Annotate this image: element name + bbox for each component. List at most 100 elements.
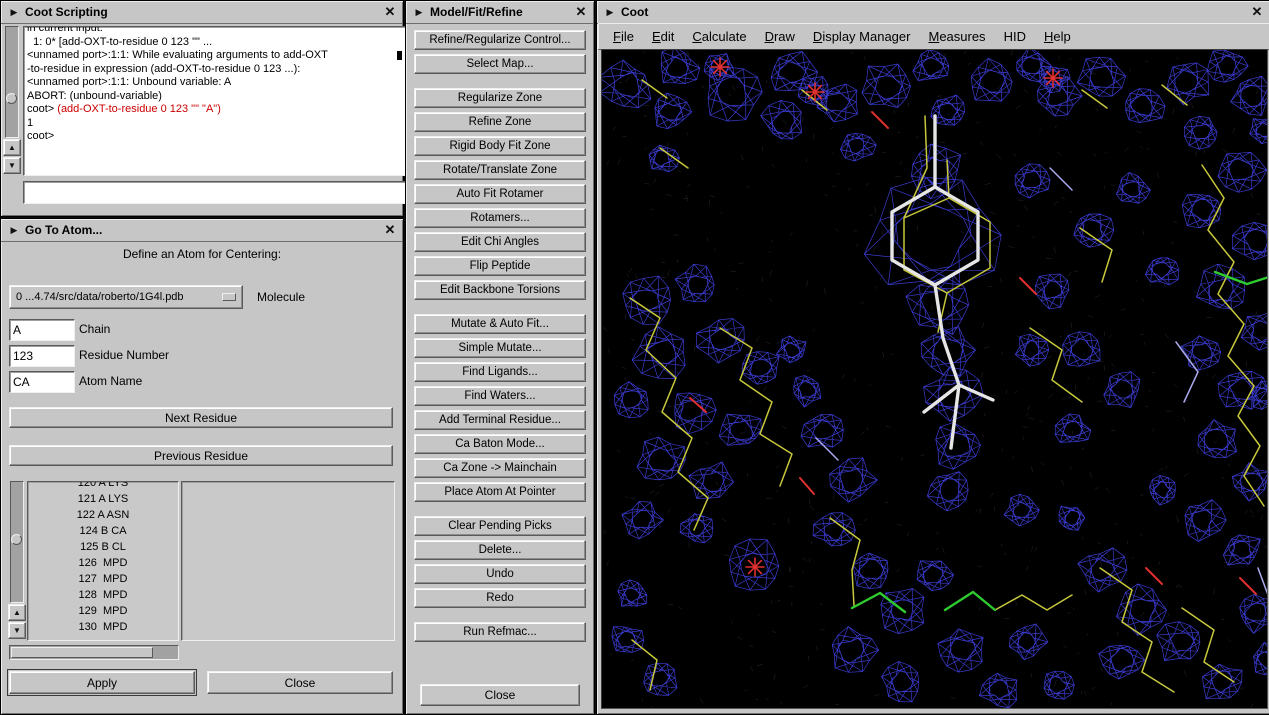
window-title: Coot	[621, 5, 1248, 19]
window-menu-icon[interactable]: ▶	[410, 4, 428, 20]
simple-mutate-button[interactable]: Simple Mutate...	[414, 338, 586, 358]
residue-list-item[interactable]: 125 B CL	[28, 539, 178, 555]
line-continuation-icon	[397, 51, 402, 60]
window-coot-main: ▶ Coot ✕ File Edit Calculate Draw Displa…	[596, 0, 1269, 715]
scrollbar-thumb[interactable]	[6, 93, 17, 104]
residue-number-input[interactable]	[9, 345, 75, 367]
close-icon[interactable]: ✕	[381, 222, 399, 238]
console-output[interactable]: in current input: 1: 0* [add-OXT-to-resi…	[23, 26, 407, 176]
residue-list-item[interactable]: 128 MPD	[28, 587, 178, 603]
menu-file[interactable]: File	[604, 26, 643, 47]
residue-list-item[interactable]: 127 MPD	[28, 571, 178, 587]
water-asterisks	[711, 58, 1062, 576]
atom-name-input[interactable]	[9, 371, 75, 393]
chain-label: Chain	[79, 322, 110, 336]
delete-button[interactable]: Delete...	[414, 540, 586, 560]
clear-pending-picks-button[interactable]: Clear Pending Picks	[414, 516, 586, 536]
window-title: Go To Atom...	[25, 223, 381, 237]
residue-list-item[interactable]: 122 A ASN	[28, 507, 178, 523]
close-button[interactable]: Close	[420, 684, 580, 706]
scripting-command-input[interactable]	[23, 181, 407, 204]
window-menu-icon[interactable]: ▶	[601, 4, 619, 20]
scrollbar-trough[interactable]	[10, 481, 24, 603]
refine-zone-button[interactable]: Refine Zone	[414, 112, 586, 132]
atom-list[interactable]	[181, 481, 395, 641]
find-ligands-button[interactable]: Find Ligands...	[414, 362, 586, 382]
close-icon[interactable]: ✕	[572, 4, 590, 20]
scroll-up-icon[interactable]: ▲	[8, 604, 26, 621]
ca-baton-mode-button[interactable]: Ca Baton Mode...	[414, 434, 586, 454]
window-go-to-atom: ▶ Go To Atom... ✕ Define an Atom for Cen…	[0, 218, 404, 715]
console-prompt: coot>	[27, 103, 57, 115]
graphics-canvas[interactable]	[601, 49, 1268, 709]
titlebar[interactable]: ▶ Coot Scripting ✕	[1, 1, 403, 24]
menu-bar: File Edit Calculate Draw Display Manager…	[598, 23, 1269, 50]
console-line: ABORT: (unbound-variable)	[27, 90, 403, 104]
regularize-zone-button[interactable]: Regularize Zone	[414, 88, 586, 108]
scrollbar-thumb[interactable]	[11, 647, 153, 658]
scrollbar-thumb[interactable]	[11, 534, 22, 545]
scroll-down-icon[interactable]: ▼	[8, 622, 26, 639]
rigid-body-fit-zone-button[interactable]: Rigid Body Fit Zone	[414, 136, 586, 156]
residue-list-item[interactable]: 126 MPD	[28, 555, 178, 571]
residue-list-item[interactable]: 130 MPD	[28, 619, 178, 635]
residue-list-item[interactable]: 124 B CA	[28, 523, 178, 539]
scroll-up-icon[interactable]: ▲	[3, 139, 21, 156]
menu-display-manager[interactable]: Display Manager	[804, 26, 920, 47]
menu-draw[interactable]: Draw	[756, 26, 804, 47]
refine-regularize-control-button[interactable]: Refine/Regularize Control...	[414, 30, 586, 50]
titlebar[interactable]: ▶ Model/Fit/Refine ✕	[406, 1, 594, 24]
find-waters-button[interactable]: Find Waters...	[414, 386, 586, 406]
window-title: Model/Fit/Refine	[430, 5, 572, 19]
previous-residue-button[interactable]: Previous Residue	[9, 445, 393, 466]
menu-edit[interactable]: Edit	[643, 26, 683, 47]
scrollbar-trough[interactable]	[5, 26, 19, 138]
residue-list-item[interactable]: 121 A LYS	[28, 491, 178, 507]
residue-list-item[interactable]: 120 A LYS	[28, 481, 178, 491]
ca-zone-mainchain-button[interactable]: Ca Zone -> Mainchain	[414, 458, 586, 478]
window-coot-scripting: ▶ Coot Scripting ✕ ▲ ▼ in current input:…	[0, 0, 404, 217]
window-title: Coot Scripting	[25, 5, 381, 19]
residue-list[interactable]: 120 A LYS 121 A LYS 122 A ASN 124 B CA 1…	[27, 481, 179, 641]
flip-peptide-button[interactable]: Flip Peptide	[414, 256, 586, 276]
window-menu-icon[interactable]: ▶	[5, 222, 23, 238]
menu-hid[interactable]: HID	[995, 26, 1035, 47]
mutate-auto-fit-button[interactable]: Mutate & Auto Fit...	[414, 314, 586, 334]
molecule-label: Molecule	[257, 290, 305, 304]
console-error-command: (add-OXT-to-residue 0 123 "" "A")	[57, 103, 221, 115]
console-line: -to-residue in expression (add-OXT-to-re…	[27, 63, 403, 77]
console-line: <unnamed port>:1:1: While evaluating arg…	[27, 49, 403, 63]
residue-list-scrollbar[interactable]: ▲ ▼	[9, 481, 25, 639]
close-icon[interactable]: ✕	[381, 4, 399, 20]
scroll-down-icon[interactable]: ▼	[3, 157, 21, 174]
close-icon[interactable]: ✕	[1248, 4, 1266, 20]
apply-button[interactable]: Apply	[9, 671, 195, 694]
menu-calculate[interactable]: Calculate	[683, 26, 755, 47]
add-terminal-residue-button[interactable]: Add Terminal Residue...	[414, 410, 586, 430]
titlebar[interactable]: ▶ Go To Atom... ✕	[1, 219, 403, 242]
select-map-button[interactable]: Select Map...	[414, 54, 586, 74]
console-scrollbar[interactable]: ▲ ▼	[4, 26, 20, 176]
rotamers-button[interactable]: Rotamers...	[414, 208, 586, 228]
molecule-select[interactable]: 0 ...4.74/src/data/roberto/1G4l.pdb	[9, 285, 243, 309]
residue-list-item[interactable]: 129 MPD	[28, 603, 178, 619]
window-menu-icon[interactable]: ▶	[5, 4, 23, 20]
chain-input[interactable]	[9, 319, 75, 341]
close-button[interactable]: Close	[207, 671, 393, 694]
rotate-translate-zone-button[interactable]: Rotate/Translate Zone	[414, 160, 586, 180]
residue-list-hscrollbar[interactable]	[9, 645, 179, 660]
edit-chi-angles-button[interactable]: Edit Chi Angles	[414, 232, 586, 252]
window-model-fit-refine: ▶ Model/Fit/Refine ✕ Refine/Regularize C…	[405, 0, 595, 715]
place-atom-at-pointer-button[interactable]: Place Atom At Pointer	[414, 482, 586, 502]
titlebar[interactable]: ▶ Coot ✕	[597, 1, 1269, 24]
undo-button[interactable]: Undo	[414, 564, 586, 584]
console-line: <unnamed port>:1:1: Unbound variable: A	[27, 76, 403, 90]
edit-backbone-torsions-button[interactable]: Edit Backbone Torsions	[414, 280, 586, 300]
auto-fit-rotamer-button[interactable]: Auto Fit Rotamer	[414, 184, 586, 204]
redo-button[interactable]: Redo	[414, 588, 586, 608]
run-refmac-button[interactable]: Run Refmac...	[414, 622, 586, 642]
sticks-carbon-yellow	[630, 80, 1264, 692]
menu-measures[interactable]: Measures	[919, 26, 994, 47]
menu-help[interactable]: Help	[1035, 26, 1080, 47]
next-residue-button[interactable]: Next Residue	[9, 407, 393, 428]
